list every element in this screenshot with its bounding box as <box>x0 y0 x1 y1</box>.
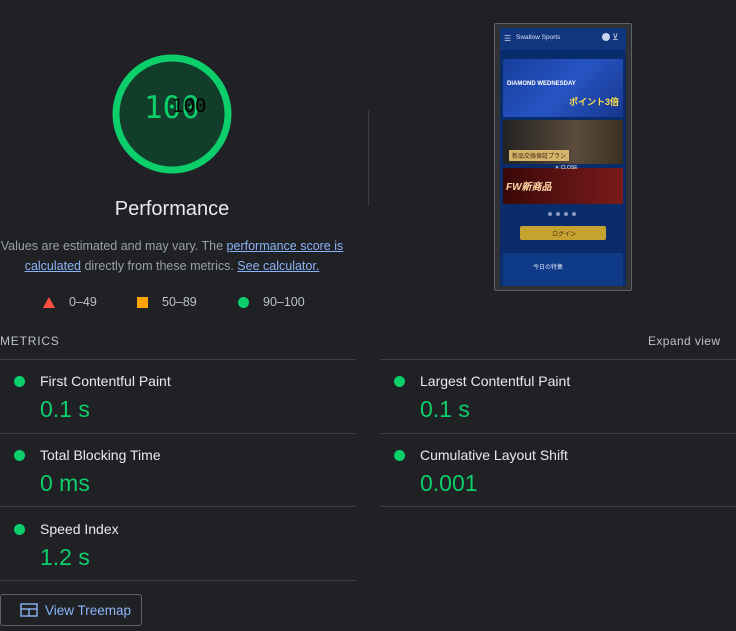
thumb-banner1-title: DIAMOND WEDNESDAY <box>507 81 576 87</box>
legend-pass-label: 90–100 <box>263 295 305 309</box>
thumb-site-name: Swallow Sports <box>516 34 561 41</box>
pass-circle-icon <box>14 524 25 535</box>
performance-score-ghost: 100 <box>172 95 207 117</box>
menu-icon: ☰ <box>504 34 512 43</box>
metric-cumulative-layout-shift: Cumulative Layout Shift 0.001 <box>380 434 736 508</box>
vertical-divider <box>368 110 369 206</box>
thumb-banner-fw: ✕ CLOSE FW新商品 <box>503 165 623 204</box>
desc-prefix: Values are estimated and may vary. The <box>0 239 227 253</box>
thumb-footer: 今日の特集 <box>503 253 623 286</box>
thumb-banner-warranty: 新品交換保証プラン <box>503 120 623 164</box>
thumb-banner3-text: FW新商品 <box>506 182 552 193</box>
thumb-banner1-points: ポイント3倍 <box>569 97 620 107</box>
cart-icon: ⊻ <box>612 32 619 42</box>
info-icon <box>602 33 610 41</box>
thumb-banner2-text: 新品交換保証プラン <box>509 150 570 161</box>
legend-fail-label: 0–49 <box>69 295 97 309</box>
pass-circle-icon <box>394 376 405 387</box>
thumb-login-label: ログイン <box>552 232 577 238</box>
expand-view-toggle[interactable]: Expand view <box>648 334 720 348</box>
see-calculator-link[interactable]: See calculator. <box>237 259 319 273</box>
legend-pass: 90–100 <box>238 295 305 309</box>
metric-first-contentful-paint: First Contentful Paint 0.1 s <box>0 360 356 434</box>
metric-name: First Contentful Paint <box>40 373 171 389</box>
metric-name: Speed Index <box>40 521 119 537</box>
legend-average-label: 50–89 <box>162 295 197 309</box>
metric-value: 0 ms <box>40 470 90 496</box>
metric-speed-index: Speed Index 1.2 s <box>0 508 356 582</box>
score-description: Values are estimated and may vary. The p… <box>0 236 344 276</box>
pass-circle-icon <box>14 450 25 461</box>
metric-value: 0.1 s <box>420 396 470 422</box>
pass-circle-icon <box>394 450 405 461</box>
pass-circle-icon <box>14 376 25 387</box>
metric-value: 0.1 s <box>40 396 90 422</box>
square-icon <box>137 296 148 308</box>
thumb-footer-label: 今日の特集 <box>533 265 564 271</box>
treemap-icon <box>20 603 38 617</box>
view-treemap-label: View Treemap <box>45 602 132 618</box>
thumb-close: ✕ CLOSE <box>555 165 578 171</box>
thumb-carousel-dots <box>548 212 578 216</box>
view-treemap-button[interactable]: View Treemap <box>0 594 142 626</box>
metrics-header: METRICS <box>0 334 60 348</box>
metric-name: Largest Contentful Paint <box>420 373 571 389</box>
metric-total-blocking-time: Total Blocking Time 0 ms <box>0 434 356 508</box>
triangle-icon <box>43 296 55 308</box>
category-title: Performance <box>114 198 230 220</box>
legend-average: 50–89 <box>137 295 197 309</box>
metric-name: Cumulative Layout Shift <box>420 447 568 463</box>
legend-fail: 0–49 <box>43 295 97 309</box>
final-screenshot-thumbnail[interactable]: ☰ Swallow Sports ⊻ DIAMOND WEDNESDAY ポイン… <box>494 23 632 291</box>
thumb-banner-diamond: DIAMOND WEDNESDAY ポイント3倍 <box>503 59 623 117</box>
circle-icon <box>238 296 249 308</box>
thumb-header: ☰ Swallow Sports ⊻ <box>500 28 626 50</box>
metric-value: 0.001 <box>420 470 478 496</box>
metric-name: Total Blocking Time <box>40 447 161 463</box>
desc-middle: directly from these metrics. <box>81 259 238 273</box>
thumb-login-button: ログイン <box>520 226 606 240</box>
metric-largest-contentful-paint: Largest Contentful Paint 0.1 s <box>380 360 736 434</box>
metric-value: 1.2 s <box>40 544 90 570</box>
